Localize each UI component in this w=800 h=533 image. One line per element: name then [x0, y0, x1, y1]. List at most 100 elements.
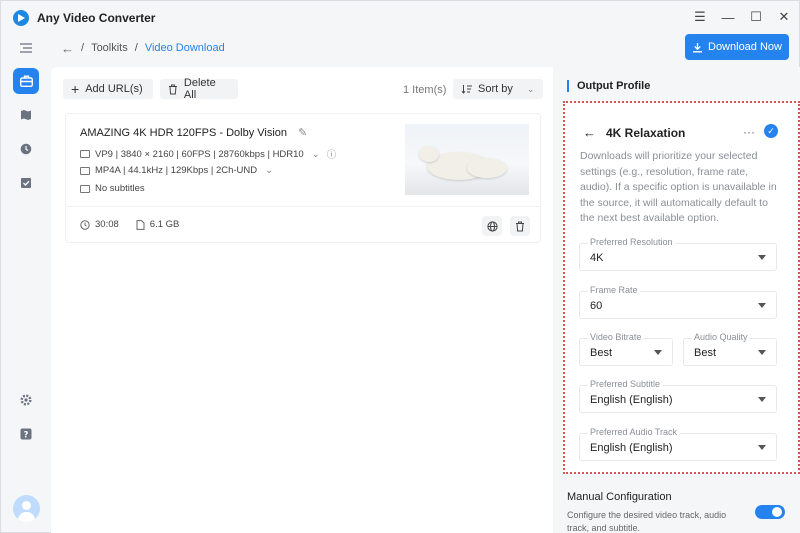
video-bitrate-select[interactable]: Video Bitrate Best — [579, 332, 673, 366]
history-icon[interactable] — [13, 136, 39, 162]
audio-quality-select[interactable]: Audio Quality Best — [683, 332, 777, 366]
app-title: Any Video Converter — [37, 11, 156, 25]
help-icon[interactable]: ? — [13, 421, 39, 447]
breadcrumb-separator: / — [134, 42, 138, 54]
more-options-icon[interactable]: ··· — [743, 125, 755, 139]
tasks-icon[interactable] — [13, 170, 39, 196]
add-url-button[interactable]: + Add URL(s) — [63, 79, 153, 99]
video-size: 6.1 GB — [149, 219, 180, 230]
video-thumbnail — [405, 124, 529, 195]
delete-item-icon[interactable] — [510, 216, 530, 236]
resolution-label: Preferred Resolution — [588, 237, 675, 247]
video-stream-info: VP9 | 3840 × 2160 | 60FPS | 28760kbps | … — [95, 148, 304, 160]
chevron-down-icon[interactable]: ⌄ — [265, 165, 273, 176]
audio-stream-info: MP4A | 44.1kHz | 129Kbps | 2Ch-UND — [95, 165, 258, 176]
library-icon[interactable] — [13, 102, 39, 128]
back-arrow-icon[interactable]: ← — [61, 41, 74, 56]
video-duration: 30:08 — [95, 219, 119, 230]
subtitle-select[interactable]: Preferred Subtitle English (English) — [579, 379, 777, 413]
profile-name: 4K Relaxation — [606, 125, 686, 140]
sort-by-button[interactable]: Sort by ⌄ — [453, 79, 543, 99]
subtitle-icon — [80, 184, 90, 193]
manual-config-description: Configure the desired video track, audio… — [567, 510, 727, 533]
caret-down-icon — [758, 350, 766, 355]
thumbnail-bear-cub — [467, 158, 507, 178]
manual-config-title: Manual Configuration — [567, 491, 672, 503]
plus-icon: + — [71, 81, 80, 97]
delete-all-label: Delete All — [183, 77, 216, 101]
title-bar: Any Video Converter ☰ — ☐ ✕ — [1, 1, 799, 35]
video-meta-footer: 30:08 6.1 GB — [80, 219, 179, 230]
delete-all-button[interactable]: Delete All — [160, 77, 238, 101]
audio-quality-label: Audio Quality — [692, 332, 750, 342]
app-logo-icon — [13, 10, 29, 26]
caret-down-icon — [758, 255, 766, 260]
caret-down-icon — [758, 397, 766, 402]
avatar[interactable] — [13, 495, 40, 522]
edit-icon[interactable]: ✎ — [298, 127, 307, 139]
subtitle-value: English (English) — [590, 394, 673, 406]
audio-quality-value: Best — [694, 347, 717, 359]
thumbnail-bear-head — [419, 146, 439, 162]
selected-check-icon[interactable]: ✓ — [764, 124, 778, 138]
video-stream-row: VP9 | 3840 × 2160 | 60FPS | 28760kbps | … — [80, 147, 336, 161]
profile-header: ← 4K Relaxation — [583, 125, 685, 140]
breadcrumb: ← / Toolkits / Video Download — [61, 41, 225, 56]
clock-icon — [80, 219, 90, 230]
file-icon — [136, 219, 145, 230]
video-stream-icon — [80, 150, 90, 158]
chevron-down-icon[interactable]: ⌄ — [312, 149, 320, 160]
download-now-label: Download Now — [708, 41, 782, 53]
breadcrumb-toolkits[interactable]: Toolkits — [91, 42, 128, 54]
video-title-row: AMAZING 4K HDR 120FPS - Dolby Vision ✎ — [80, 126, 307, 139]
download-icon — [693, 42, 702, 52]
subtitle-info: No subtitles — [95, 183, 145, 194]
output-profile-title: Output Profile — [567, 80, 650, 92]
download-list-panel: + Add URL(s) Delete All 1 Item(s) Sort b… — [51, 67, 553, 533]
sort-icon — [461, 85, 472, 94]
back-arrow-icon[interactable]: ← — [583, 125, 596, 140]
settings-icon[interactable] — [13, 387, 39, 413]
window-controls: ☰ — ☐ ✕ — [693, 9, 791, 25]
resolution-value: 4K — [590, 252, 604, 264]
frame-rate-value: 60 — [590, 300, 603, 312]
caret-down-icon — [758, 303, 766, 308]
breadcrumb-current: Video Download — [144, 42, 225, 54]
audio-track-select[interactable]: Preferred Audio Track English (English) — [579, 427, 777, 461]
add-url-label: Add URL(s) — [85, 83, 143, 95]
chevron-down-icon: ⌄ — [526, 83, 535, 94]
video-bitrate-label: Video Bitrate — [588, 332, 644, 342]
svg-text:?: ? — [24, 430, 29, 440]
sidebar-toggle-icon[interactable] — [13, 35, 39, 61]
card-divider — [66, 206, 540, 207]
profile-description: Downloads will prioritize your selected … — [580, 150, 777, 224]
maximize-icon[interactable]: ☐ — [749, 9, 763, 25]
close-icon[interactable]: ✕ — [777, 9, 791, 25]
download-now-button[interactable]: Download Now — [685, 34, 789, 60]
caret-down-icon — [654, 350, 662, 355]
toolkit-icon[interactable] — [13, 68, 39, 94]
app-window: Any Video Converter ☰ — ☐ ✕ ? ← / Toolki… — [0, 0, 800, 533]
sidebar: ? — [1, 35, 51, 533]
frame-rate-select[interactable]: Frame Rate 60 — [579, 285, 777, 319]
sort-by-label: Sort by — [478, 83, 513, 95]
audio-stream-icon — [80, 166, 90, 175]
breadcrumb-separator: / — [81, 42, 85, 54]
audio-track-label: Preferred Audio Track — [588, 427, 680, 437]
item-count: 1 Item(s) — [403, 84, 447, 96]
resolution-select[interactable]: Preferred Resolution 4K — [579, 237, 777, 271]
video-bitrate-value: Best — [590, 347, 613, 359]
audio-track-value: English (English) — [590, 442, 673, 454]
output-profile-panel: Output Profile ← 4K Relaxation ··· ✓ Dow… — [553, 67, 800, 533]
caret-down-icon — [758, 445, 766, 450]
manual-config-toggle[interactable] — [755, 505, 785, 519]
minimize-icon[interactable]: — — [721, 9, 735, 25]
menu-icon[interactable]: ☰ — [693, 9, 707, 25]
trash-icon — [168, 84, 177, 94]
video-item-card[interactable]: AMAZING 4K HDR 120FPS - Dolby Vision ✎ V… — [65, 113, 541, 243]
profile-settings-box: ← 4K Relaxation ··· ✓ Downloads will pri… — [563, 101, 800, 474]
info-icon[interactable]: ⓘ — [327, 147, 337, 161]
globe-icon[interactable] — [482, 216, 502, 236]
audio-stream-row: MP4A | 44.1kHz | 129Kbps | 2Ch-UND ⌄ — [80, 165, 273, 176]
video-title: AMAZING 4K HDR 120FPS - Dolby Vision — [80, 127, 288, 139]
